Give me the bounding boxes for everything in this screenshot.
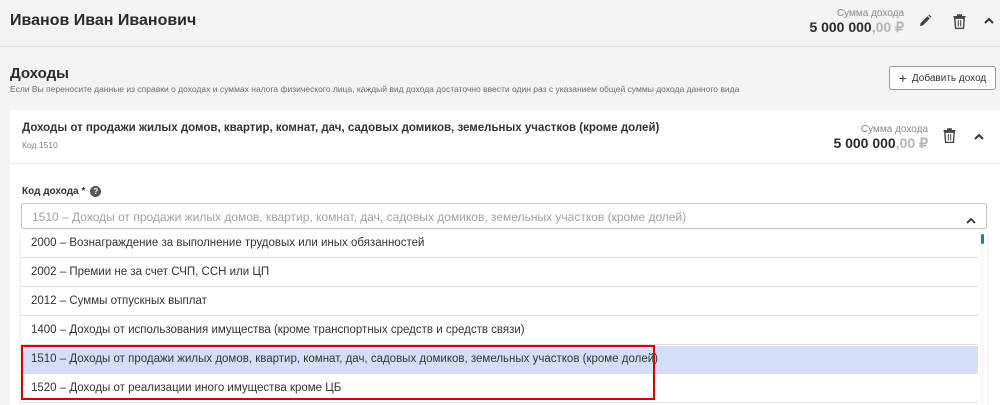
dropdown-option[interactable]: 1400 – Доходы от использования имущества… bbox=[21, 317, 978, 345]
income-code-select-value: 1510 – Доходы от продажи жилых домов, кв… bbox=[32, 210, 687, 224]
trash-icon[interactable] bbox=[950, 11, 968, 31]
person-sum-value: 5 000 000,00 ₽ bbox=[780, 19, 904, 36]
add-income-button[interactable]: + Добавить доход bbox=[889, 66, 996, 90]
person-sum-dec: ,00 ₽ bbox=[871, 19, 904, 35]
help-icon[interactable]: ? bbox=[90, 186, 102, 197]
person-sum: Сумма дохода 5 000 000,00 ₽ bbox=[780, 8, 904, 36]
section-hint: Если Вы переносите данные из справки о д… bbox=[10, 84, 740, 94]
card-sum-caption: Сумма дохода bbox=[860, 124, 928, 135]
income-code-label: Код дохода * ? bbox=[22, 186, 102, 197]
card-sum-main: 5 000 000 bbox=[833, 135, 896, 151]
card-divider bbox=[10, 163, 1000, 164]
dropdown-option[interactable]: 2002 – Премии не за счет СЧП, ССН или ЦП bbox=[21, 259, 978, 287]
person-sum-main: 5 000 000 bbox=[809, 19, 872, 35]
income-code-dropdown: 2000 – Вознаграждение за выполнение труд… bbox=[21, 230, 987, 405]
dropdown-scrollbar-thumb[interactable] bbox=[981, 234, 984, 244]
section-title: Доходы bbox=[10, 65, 69, 82]
edit-icon[interactable] bbox=[916, 12, 934, 30]
dropdown-option[interactable]: 2000 – Вознаграждение за выполнение труд… bbox=[21, 230, 978, 258]
person-name: Иванов Иван Иванович bbox=[10, 12, 197, 29]
header-divider bbox=[0, 46, 1000, 47]
select-chevron-up-icon[interactable] bbox=[966, 211, 976, 229]
plus-icon: + bbox=[898, 70, 907, 86]
card-sum-value: 5 000 000,00 ₽ bbox=[804, 135, 928, 152]
dropdown-option-selected[interactable]: 1510 – Доходы от продажи жилых домов, кв… bbox=[21, 346, 978, 374]
income-code-select[interactable]: 1510 – Доходы от продажи жилых домов, кв… bbox=[21, 203, 987, 229]
dropdown-option[interactable]: 2012 – Суммы отпускных выплат bbox=[21, 288, 978, 316]
card-chevron-up-icon[interactable] bbox=[972, 129, 986, 143]
dropdown-option[interactable]: 1520 – Доходы от реализации иного имущес… bbox=[21, 375, 978, 403]
card-title: Доходы от продажи жилых домов, квартир, … bbox=[22, 122, 660, 134]
card-code: Код 1510 bbox=[22, 140, 58, 150]
add-income-label: Добавить доход bbox=[911, 72, 987, 84]
card-trash-icon[interactable] bbox=[940, 125, 958, 145]
card-sum-dec: ,00 ₽ bbox=[895, 135, 928, 151]
person-sum-caption: Сумма дохода bbox=[836, 8, 904, 19]
income-code-label-text: Код дохода * bbox=[22, 186, 86, 197]
dropdown-scrollbar-track[interactable] bbox=[980, 230, 985, 405]
card-sum: Сумма дохода 5 000 000,00 ₽ bbox=[804, 124, 928, 152]
chevron-up-icon[interactable] bbox=[982, 13, 996, 27]
